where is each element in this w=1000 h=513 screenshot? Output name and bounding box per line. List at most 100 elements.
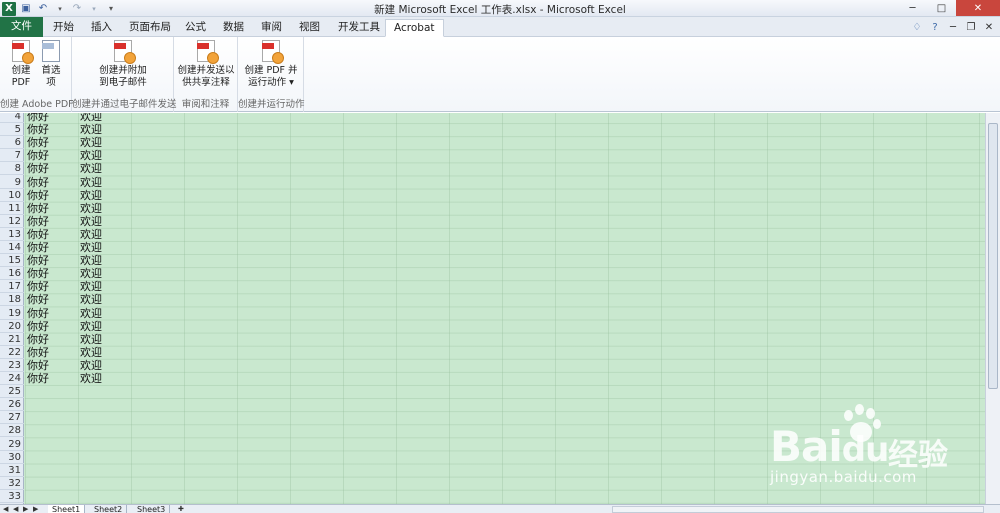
horizontal-scrollbar[interactable]: [612, 506, 984, 513]
close-icon[interactable]: ✕: [956, 0, 1000, 16]
tab-page-layout[interactable]: 页面布局: [121, 19, 179, 37]
cell-a[interactable]: 你好: [27, 320, 49, 333]
tab-acrobat[interactable]: Acrobat: [385, 19, 444, 37]
maximize-icon[interactable]: □: [927, 0, 956, 16]
minimize-icon[interactable]: ─: [898, 0, 927, 16]
row-header[interactable]: 13: [0, 228, 24, 241]
row-header[interactable]: 29: [0, 438, 24, 451]
row-header[interactable]: 15: [0, 254, 24, 268]
cell-a[interactable]: 你好: [27, 136, 49, 149]
row-header[interactable]: 18: [0, 293, 24, 307]
cell-a[interactable]: 你好: [27, 202, 49, 215]
row-header[interactable]: 30: [0, 451, 24, 464]
cell-b[interactable]: 欢迎: [80, 228, 102, 241]
cell-b[interactable]: 欢迎: [80, 241, 102, 254]
row-header[interactable]: 27: [0, 411, 24, 425]
row-header[interactable]: 19: [0, 307, 24, 320]
preferences-button[interactable]: 首选 项: [36, 40, 66, 89]
row-header[interactable]: 8: [0, 162, 24, 176]
cell-b[interactable]: 欢迎: [80, 176, 102, 189]
cell-b[interactable]: 欢迎: [80, 293, 102, 306]
cell-b[interactable]: 欢迎: [80, 136, 102, 149]
cell-a[interactable]: 你好: [27, 176, 49, 189]
cell-b[interactable]: 欢迎: [80, 267, 102, 280]
row-header[interactable]: 11: [0, 202, 24, 215]
tab-formulas[interactable]: 公式: [177, 19, 214, 37]
cell-a[interactable]: 你好: [27, 215, 49, 228]
cell-a[interactable]: 你好: [27, 280, 49, 293]
sheet-tab-1[interactable]: Sheet1: [48, 505, 86, 513]
row-header[interactable]: 26: [0, 398, 24, 412]
row-header[interactable]: 25: [0, 385, 24, 399]
workbook-minimize-icon[interactable]: ─: [946, 20, 960, 34]
cell-b[interactable]: 欢迎: [80, 307, 102, 320]
help-icon[interactable]: ?: [928, 20, 942, 34]
tab-data[interactable]: 数据: [215, 19, 252, 37]
workbook-close-icon[interactable]: ✕: [982, 20, 996, 34]
cell-b[interactable]: 欢迎: [80, 359, 102, 372]
tab-file[interactable]: 文件: [0, 17, 43, 37]
cell-a[interactable]: 你好: [27, 346, 49, 359]
row-header[interactable]: 7: [0, 149, 24, 163]
cell-a[interactable]: 你好: [27, 267, 49, 280]
row-header[interactable]: 4: [0, 113, 24, 123]
cell-b[interactable]: 欢迎: [80, 215, 102, 228]
last-sheet-icon[interactable]: ▶: [33, 505, 38, 513]
sheet-tab-2[interactable]: Sheet2: [90, 505, 128, 513]
row-header[interactable]: 12: [0, 215, 24, 228]
cell-a[interactable]: 你好: [27, 293, 49, 306]
create-pdf-button[interactable]: 创建 PDF: [6, 40, 36, 89]
row-header[interactable]: 23: [0, 359, 24, 372]
cell-b[interactable]: 欢迎: [80, 162, 102, 175]
cell-b[interactable]: 欢迎: [80, 280, 102, 293]
tab-developer[interactable]: 开发工具: [330, 19, 388, 37]
cell-a[interactable]: 你好: [27, 123, 49, 136]
row-header[interactable]: 14: [0, 241, 24, 254]
row-header[interactable]: 17: [0, 280, 24, 294]
tab-review[interactable]: 审阅: [253, 19, 290, 37]
cell-b[interactable]: 欢迎: [80, 333, 102, 346]
create-and-attach-email-button[interactable]: 创建并附加 到电子邮件: [94, 40, 152, 89]
row-header[interactable]: 28: [0, 424, 24, 438]
cell-a[interactable]: 你好: [27, 307, 49, 320]
vertical-scroll-thumb[interactable]: [988, 123, 998, 389]
cell-a[interactable]: 你好: [27, 372, 49, 385]
insert-sheet-icon[interactable]: ✚: [178, 505, 184, 513]
cell-b[interactable]: 欢迎: [80, 123, 102, 136]
cell-a[interactable]: 你好: [27, 359, 49, 372]
collapse-ribbon-icon[interactable]: ♢: [910, 20, 924, 34]
next-sheet-icon[interactable]: ▶: [23, 505, 28, 513]
tab-insert[interactable]: 插入: [83, 19, 120, 37]
cell-a[interactable]: 你好: [27, 149, 49, 162]
create-pdf-run-action-button[interactable]: 创建 PDF 并 运行动作 ▾: [242, 40, 300, 89]
row-header[interactable]: 32: [0, 477, 24, 490]
workbook-restore-icon[interactable]: ❐: [964, 20, 978, 34]
cell-a[interactable]: 你好: [27, 333, 49, 346]
cell-b[interactable]: 欢迎: [80, 254, 102, 267]
cell-b[interactable]: 欢迎: [80, 346, 102, 359]
row-header[interactable]: 16: [0, 267, 24, 281]
cell-a[interactable]: 你好: [27, 254, 49, 267]
row-header[interactable]: 31: [0, 464, 24, 477]
row-header[interactable]: 9: [0, 176, 24, 189]
cell-b[interactable]: 欢迎: [80, 372, 102, 385]
row-header[interactable]: 22: [0, 346, 24, 359]
row-header[interactable]: 5: [0, 123, 24, 137]
row-header[interactable]: 20: [0, 320, 24, 333]
row-header[interactable]: 21: [0, 333, 24, 346]
prev-sheet-icon[interactable]: ◀: [13, 505, 18, 513]
row-header[interactable]: 33: [0, 490, 24, 503]
cell-a[interactable]: 你好: [27, 228, 49, 241]
cell-a[interactable]: 你好: [27, 241, 49, 254]
row-header[interactable]: 6: [0, 136, 24, 150]
cell-a[interactable]: 你好: [27, 113, 49, 123]
cell-a[interactable]: 你好: [27, 162, 49, 175]
row-header[interactable]: 10: [0, 189, 24, 202]
first-sheet-icon[interactable]: ◀: [3, 505, 8, 513]
cell-b[interactable]: 欢迎: [80, 189, 102, 202]
tab-home[interactable]: 开始: [45, 19, 82, 37]
cell-b[interactable]: 欢迎: [80, 320, 102, 333]
tab-view[interactable]: 视图: [291, 19, 328, 37]
sheet-tab-3[interactable]: Sheet3: [133, 505, 171, 513]
cell-b[interactable]: 欢迎: [80, 149, 102, 162]
